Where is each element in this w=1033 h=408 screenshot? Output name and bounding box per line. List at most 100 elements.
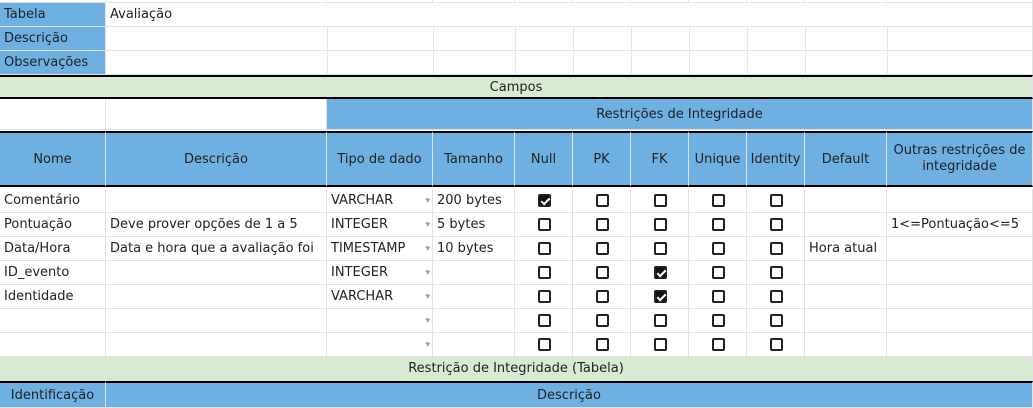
row-default[interactable] — [805, 261, 887, 285]
row-descricao[interactable] — [106, 309, 327, 333]
row-nome[interactable]: Comentário — [0, 189, 106, 213]
null-checkbox[interactable] — [538, 290, 551, 303]
row-nome[interactable] — [0, 333, 106, 357]
row-tipo-select[interactable]: ▾ — [327, 309, 433, 333]
identity-checkbox[interactable] — [770, 242, 783, 255]
fk-checkbox[interactable] — [654, 266, 667, 279]
row-nome[interactable]: ID_evento — [0, 261, 106, 285]
dropdown-arrow-icon[interactable]: ▾ — [425, 316, 430, 326]
row-tamanho[interactable] — [433, 333, 515, 357]
fk-checkbox[interactable] — [654, 242, 667, 255]
row-tipo-value: INTEGER — [331, 265, 389, 280]
gridline — [573, 27, 574, 50]
dropdown-arrow-icon[interactable]: ▾ — [425, 244, 430, 254]
row-tamanho[interactable] — [433, 285, 515, 309]
observacoes-label: Observações — [0, 51, 106, 75]
fk-checkbox[interactable] — [654, 194, 667, 207]
identity-checkbox[interactable] — [770, 338, 783, 351]
identity-checkbox[interactable] — [770, 290, 783, 303]
header-unique: Unique — [689, 131, 747, 187]
fk-checkbox[interactable] — [654, 218, 667, 231]
unique-checkbox[interactable] — [712, 338, 725, 351]
gridline — [327, 51, 328, 74]
row-default[interactable]: Hora atual — [805, 237, 887, 261]
row-descricao[interactable] — [106, 189, 327, 213]
identity-checkbox[interactable] — [770, 218, 783, 231]
row-tamanho[interactable]: 10 bytes — [433, 237, 515, 261]
row-outras[interactable] — [887, 261, 1033, 285]
pk-checkbox[interactable] — [596, 290, 609, 303]
row-tamanho[interactable]: 5 bytes — [433, 213, 515, 237]
row-descricao[interactable]: Data e hora que a avaliação foi — [106, 237, 327, 261]
row-outras[interactable]: 1<=Pontuação<=5 — [887, 213, 1033, 237]
row-nome[interactable]: Identidade — [0, 285, 106, 309]
unique-checkbox[interactable] — [712, 314, 725, 327]
row-tipo-select[interactable]: ▾ — [327, 333, 433, 357]
pk-checkbox[interactable] — [596, 314, 609, 327]
blank-cell[interactable] — [0, 99, 106, 130]
pk-checkbox[interactable] — [596, 266, 609, 279]
pk-checkbox[interactable] — [596, 338, 609, 351]
row-default[interactable] — [805, 213, 887, 237]
observacoes-value[interactable] — [106, 51, 1033, 75]
row-default[interactable] — [805, 309, 887, 333]
dropdown-arrow-icon[interactable]: ▾ — [425, 268, 430, 278]
row-default[interactable] — [805, 189, 887, 213]
row-descricao[interactable]: Deve prover opções de 1 a 5 — [106, 213, 327, 237]
row-default[interactable] — [805, 285, 887, 309]
pk-checkbox[interactable] — [596, 194, 609, 207]
dropdown-arrow-icon[interactable]: ▾ — [425, 340, 430, 350]
gridline — [573, 51, 574, 74]
dropdown-arrow-icon[interactable]: ▾ — [425, 196, 430, 206]
null-checkbox[interactable] — [538, 242, 551, 255]
fk-checkbox[interactable] — [654, 338, 667, 351]
unique-checkbox[interactable] — [712, 242, 725, 255]
row-nome[interactable]: Pontuação — [0, 213, 106, 237]
null-checkbox[interactable] — [538, 218, 551, 231]
row-tamanho[interactable]: 200 bytes — [433, 189, 515, 213]
descricao-value[interactable] — [106, 27, 1033, 51]
row-outras[interactable] — [887, 309, 1033, 333]
row-outras[interactable] — [887, 189, 1033, 213]
row-tipo-select[interactable]: VARCHAR ▾ — [327, 285, 433, 309]
unique-checkbox[interactable] — [712, 194, 725, 207]
null-checkbox[interactable] — [538, 266, 551, 279]
identity-checkbox[interactable] — [770, 314, 783, 327]
fk-checkbox[interactable] — [654, 290, 667, 303]
unique-checkbox[interactable] — [712, 218, 725, 231]
row-fk-cell — [631, 309, 689, 333]
fk-checkbox[interactable] — [654, 314, 667, 327]
row-tipo-select[interactable]: TIMESTAMP ▾ — [327, 237, 433, 261]
tabela-value[interactable]: Avaliação — [106, 3, 1033, 27]
null-checkbox[interactable] — [538, 194, 551, 207]
row-outras[interactable] — [887, 237, 1033, 261]
row-identity-cell — [747, 237, 805, 261]
header-fk: FK — [631, 131, 689, 187]
unique-checkbox[interactable] — [712, 266, 725, 279]
dropdown-arrow-icon[interactable]: ▾ — [425, 292, 430, 302]
blank-cell[interactable] — [106, 99, 327, 130]
tabela-label: Tabela — [0, 3, 106, 27]
unique-checkbox[interactable] — [712, 290, 725, 303]
row-fk-cell — [631, 189, 689, 213]
row-tamanho[interactable] — [433, 309, 515, 333]
row-tipo-select[interactable]: INTEGER ▾ — [327, 213, 433, 237]
identity-checkbox[interactable] — [770, 194, 783, 207]
dropdown-arrow-icon[interactable]: ▾ — [425, 220, 430, 230]
row-default[interactable] — [805, 333, 887, 357]
row-descricao[interactable] — [106, 333, 327, 357]
null-checkbox[interactable] — [538, 338, 551, 351]
row-descricao[interactable] — [106, 285, 327, 309]
row-nome[interactable]: Data/Hora — [0, 237, 106, 261]
row-descricao[interactable] — [106, 261, 327, 285]
null-checkbox[interactable] — [538, 314, 551, 327]
row-outras[interactable] — [887, 285, 1033, 309]
identity-checkbox[interactable] — [770, 266, 783, 279]
row-tamanho[interactable] — [433, 261, 515, 285]
pk-checkbox[interactable] — [596, 218, 609, 231]
row-tipo-select[interactable]: VARCHAR ▾ — [327, 189, 433, 213]
pk-checkbox[interactable] — [596, 242, 609, 255]
row-nome[interactable] — [0, 309, 106, 333]
row-outras[interactable] — [887, 333, 1033, 357]
row-tipo-select[interactable]: INTEGER ▾ — [327, 261, 433, 285]
